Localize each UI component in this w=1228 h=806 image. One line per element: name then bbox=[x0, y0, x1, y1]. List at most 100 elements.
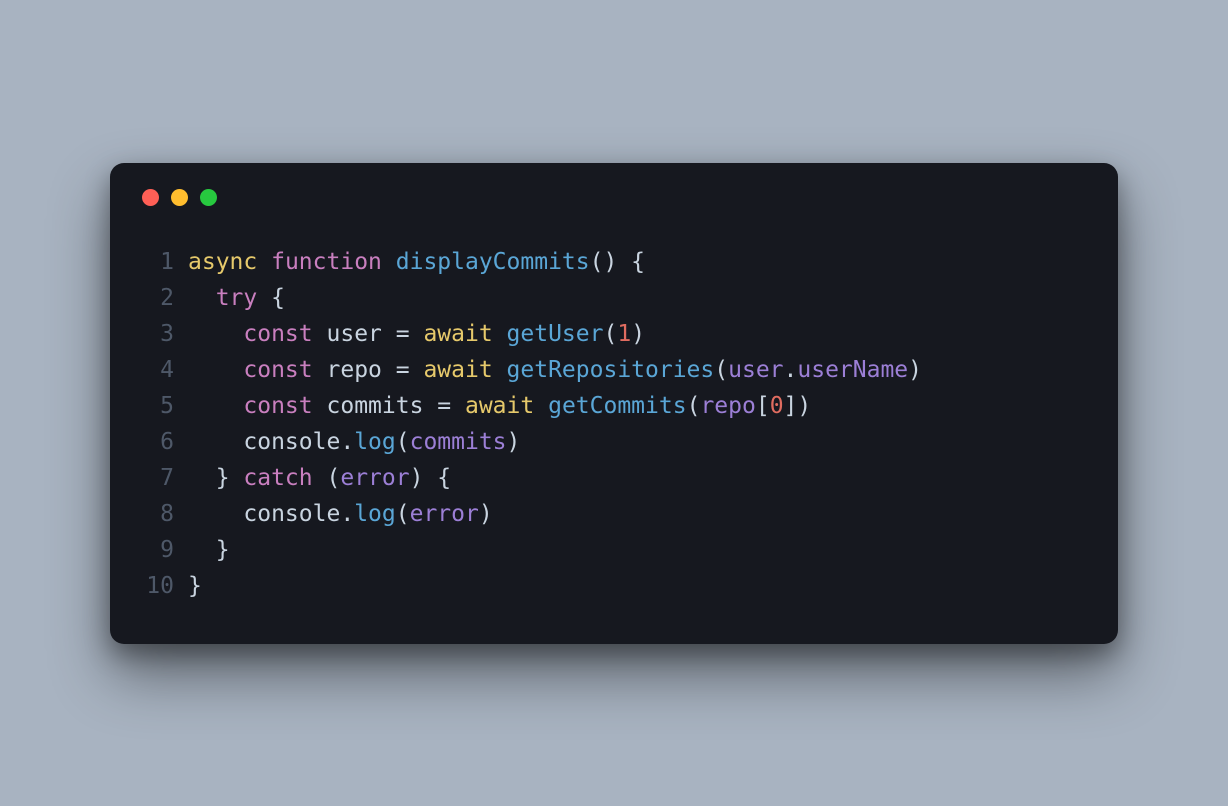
code-token: ( bbox=[396, 429, 410, 455]
line-number: 4 bbox=[138, 352, 188, 388]
code-token: ) bbox=[631, 321, 645, 347]
minimize-icon[interactable] bbox=[171, 189, 188, 206]
code-content: console.log(error) bbox=[188, 496, 1090, 532]
maximize-icon[interactable] bbox=[200, 189, 217, 206]
code-token: ) { bbox=[410, 465, 452, 491]
code-token bbox=[493, 321, 507, 347]
code-token: . bbox=[784, 357, 798, 383]
close-icon[interactable] bbox=[142, 189, 159, 206]
code-token: user bbox=[327, 321, 382, 347]
code-line: 10} bbox=[138, 568, 1090, 604]
code-token: ( bbox=[313, 465, 341, 491]
code-token: repo bbox=[700, 393, 755, 419]
code-token: error bbox=[410, 501, 479, 527]
code-token: ( bbox=[603, 321, 617, 347]
code-token: . bbox=[340, 501, 354, 527]
code-token bbox=[188, 321, 243, 347]
code-token: ) bbox=[507, 429, 521, 455]
code-token bbox=[313, 321, 327, 347]
code-token bbox=[493, 357, 507, 383]
code-token: ] bbox=[784, 393, 798, 419]
code-content: const user = await getUser(1) bbox=[188, 316, 1090, 352]
code-content: try { bbox=[188, 280, 1090, 316]
code-token: catch bbox=[243, 465, 312, 491]
code-token: = bbox=[382, 357, 424, 383]
code-token bbox=[257, 249, 271, 275]
code-window: 1async function displayCommits() {2 try … bbox=[110, 163, 1118, 644]
code-content: } bbox=[188, 532, 1090, 568]
code-token: await bbox=[423, 321, 492, 347]
code-token: } bbox=[188, 573, 202, 599]
code-token: ( bbox=[714, 357, 728, 383]
code-content: } catch (error) { bbox=[188, 460, 1090, 496]
line-number: 9 bbox=[138, 532, 188, 568]
code-token: console bbox=[243, 501, 340, 527]
code-token: const bbox=[243, 321, 312, 347]
code-token: await bbox=[423, 357, 492, 383]
code-line: 7 } catch (error) { bbox=[138, 460, 1090, 496]
line-number: 1 bbox=[138, 244, 188, 280]
code-token: error bbox=[340, 465, 409, 491]
code-token: try bbox=[216, 285, 258, 311]
code-token: user bbox=[728, 357, 783, 383]
code-token: getRepositories bbox=[507, 357, 715, 383]
code-token: 1 bbox=[617, 321, 631, 347]
code-token bbox=[534, 393, 548, 419]
line-number: 5 bbox=[138, 388, 188, 424]
code-token: { bbox=[257, 285, 285, 311]
code-line: 5 const commits = await getCommits(repo[… bbox=[138, 388, 1090, 424]
code-token: log bbox=[354, 429, 396, 455]
code-token bbox=[188, 429, 243, 455]
code-token: = bbox=[423, 393, 465, 419]
code-content: } bbox=[188, 568, 1090, 604]
code-line: 9 } bbox=[138, 532, 1090, 568]
code-content: async function displayCommits() { bbox=[188, 244, 1090, 280]
code-token: . bbox=[340, 429, 354, 455]
window-controls bbox=[142, 189, 1090, 206]
code-token bbox=[188, 285, 216, 311]
code-line: 4 const repo = await getRepositories(use… bbox=[138, 352, 1090, 388]
code-token: async bbox=[188, 249, 257, 275]
code-token: await bbox=[465, 393, 534, 419]
code-token: const bbox=[243, 393, 312, 419]
code-token: log bbox=[354, 501, 396, 527]
code-line: 1async function displayCommits() { bbox=[138, 244, 1090, 280]
code-token: = bbox=[382, 321, 424, 347]
code-token: repo bbox=[327, 357, 382, 383]
code-line: 2 try { bbox=[138, 280, 1090, 316]
code-line: 8 console.log(error) bbox=[138, 496, 1090, 532]
code-token: getCommits bbox=[548, 393, 686, 419]
code-token: ) bbox=[797, 393, 811, 419]
code-token bbox=[313, 393, 327, 419]
code-content: const commits = await getCommits(repo[0]… bbox=[188, 388, 1090, 424]
code-line: 6 console.log(commits) bbox=[138, 424, 1090, 460]
code-token: () bbox=[590, 249, 618, 275]
line-number: 6 bbox=[138, 424, 188, 460]
code-token: commits bbox=[327, 393, 424, 419]
code-line: 3 const user = await getUser(1) bbox=[138, 316, 1090, 352]
code-editor[interactable]: 1async function displayCommits() {2 try … bbox=[138, 244, 1090, 604]
code-token: ( bbox=[687, 393, 701, 419]
line-number: 2 bbox=[138, 280, 188, 316]
code-token bbox=[313, 357, 327, 383]
code-token: userName bbox=[797, 357, 908, 383]
line-number: 8 bbox=[138, 496, 188, 532]
code-token: function bbox=[271, 249, 382, 275]
code-token: { bbox=[617, 249, 645, 275]
line-number: 3 bbox=[138, 316, 188, 352]
code-content: const repo = await getRepositories(user.… bbox=[188, 352, 1090, 388]
code-content: console.log(commits) bbox=[188, 424, 1090, 460]
code-token: [ bbox=[756, 393, 770, 419]
line-number: 10 bbox=[138, 568, 188, 604]
code-token: ( bbox=[396, 501, 410, 527]
code-token: displayCommits bbox=[396, 249, 590, 275]
code-token: } bbox=[188, 537, 230, 563]
line-number: 7 bbox=[138, 460, 188, 496]
code-token bbox=[188, 357, 243, 383]
code-token: commits bbox=[410, 429, 507, 455]
code-token bbox=[188, 393, 243, 419]
code-token bbox=[382, 249, 396, 275]
code-token: 0 bbox=[770, 393, 784, 419]
code-token: } bbox=[188, 465, 243, 491]
code-token: console bbox=[243, 429, 340, 455]
